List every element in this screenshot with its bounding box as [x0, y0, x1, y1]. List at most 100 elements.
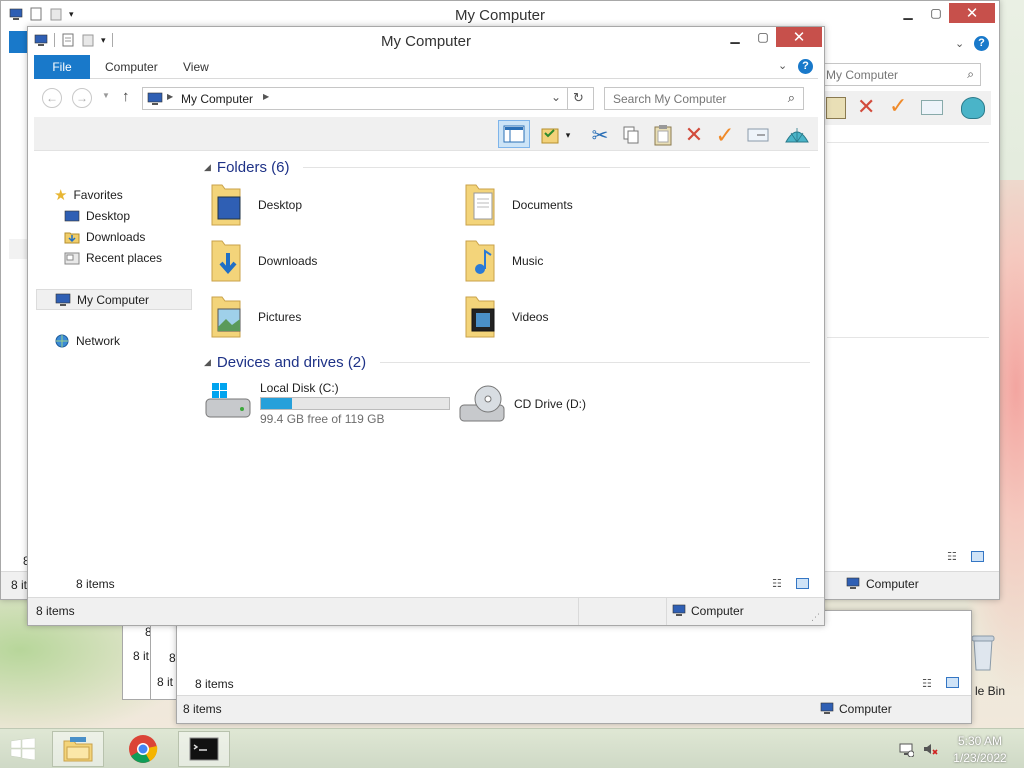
breadcrumb-chevron-icon[interactable]: ▶: [167, 92, 173, 101]
maximize-button[interactable]: ▢: [748, 27, 778, 47]
nav-downloads[interactable]: Downloads: [64, 227, 145, 247]
collapse-icon[interactable]: ◢: [204, 162, 211, 173]
details-view-icon[interactable]: ☷: [772, 577, 782, 590]
paste-icon[interactable]: [650, 122, 676, 148]
back-window-1-title: My Computer: [454, 7, 546, 24]
address-dropdown-icon[interactable]: ⌄: [551, 90, 561, 104]
back-window-2[interactable]: 8 items 8 items Computer ☷: [176, 610, 972, 724]
recent-locations-icon[interactable]: ▼: [102, 91, 110, 100]
ribbon-expand-icon[interactable]: ⌄: [955, 37, 964, 50]
folder-documents[interactable]: Documents: [462, 181, 573, 229]
network-tray-icon[interactable]: [898, 741, 915, 760]
apply-checkmark-icon[interactable]: ✓: [712, 122, 738, 148]
properties-dropdown-icon[interactable]: ▾: [562, 122, 574, 148]
forward-button[interactable]: →: [72, 88, 92, 108]
tiles-view-icon[interactable]: [796, 578, 809, 589]
details-view-icon[interactable]: ☷: [947, 550, 957, 563]
nav-downloads-label: Downloads: [86, 230, 146, 244]
nav-my-computer[interactable]: My Computer: [36, 289, 192, 310]
back-delete-icon[interactable]: ✕: [857, 94, 875, 120]
refresh-icon[interactable]: ↻: [573, 90, 584, 106]
back-search-input[interactable]: My Computer ⌕: [819, 63, 981, 86]
tiles-view-icon[interactable]: [946, 677, 959, 688]
back-window-4-text-d: 8: [169, 651, 176, 665]
taskbar: 5:30 AM 1/23/2022: [0, 728, 1024, 768]
maximize-button[interactable]: ▢: [921, 3, 951, 23]
up-button[interactable]: ↑: [122, 88, 130, 105]
drive-d[interactable]: CD Drive (D:): [458, 383, 586, 425]
folder-music[interactable]: Music: [462, 237, 543, 285]
drives-group-header[interactable]: ◢ Devices and drives (2): [204, 354, 810, 371]
start-button[interactable]: [0, 731, 46, 767]
folder-pictures[interactable]: Pictures: [208, 293, 301, 341]
back-paste-icon[interactable]: [826, 97, 846, 119]
nav-desktop-label: Desktop: [86, 209, 131, 223]
search-input[interactable]: Search My Computer ⌕: [604, 87, 804, 110]
taskbar-command-prompt[interactable]: [178, 731, 230, 767]
network-icon: [55, 334, 69, 347]
copy-icon[interactable]: [618, 122, 644, 148]
pictures-folder-icon: [211, 296, 241, 338]
nav-recent-places[interactable]: Recent places: [64, 248, 162, 268]
address-separator: [567, 88, 568, 109]
clock-date[interactable]: 1/23/2022: [944, 751, 1016, 765]
drive-c-free-text: 99.4 GB free of 119 GB: [260, 412, 385, 426]
computer-icon: [55, 293, 71, 306]
back-checkmark-icon[interactable]: ✓: [889, 93, 907, 119]
nav-favorites[interactable]: ★ Favorites: [54, 185, 123, 205]
back-window-2-statusbar: 8 items Computer: [177, 695, 971, 723]
delete-icon[interactable]: ✕: [681, 122, 707, 148]
taskbar-file-explorer[interactable]: [52, 731, 104, 767]
taskbar-chrome[interactable]: [117, 731, 169, 767]
rename-icon[interactable]: [745, 122, 771, 148]
back-shell-icon[interactable]: [961, 97, 985, 119]
nav-network-label: Network: [76, 334, 121, 348]
back-rename-icon[interactable]: [921, 100, 943, 115]
shell-icon[interactable]: [784, 122, 810, 148]
folder-downloads[interactable]: Downloads: [208, 237, 317, 285]
cd-drive-icon: [459, 385, 505, 422]
title-bar[interactable]: ▾ My Computer ▁ ▢ ✕: [28, 27, 824, 55]
close-button[interactable]: ✕: [949, 3, 995, 23]
tab-computer[interactable]: Computer: [92, 55, 171, 79]
tab-file[interactable]: File: [34, 55, 90, 79]
drive-c-usage-fill: [261, 398, 293, 409]
recycle-bin-label[interactable]: le Bin: [975, 684, 1005, 698]
drive-c[interactable]: Local Disk (C:) 99.4 GB free of 119 GB: [204, 379, 450, 426]
drive-c-info: Local Disk (C:) 99.4 GB free of 119 GB: [260, 379, 450, 426]
breadcrumb-chevron-icon[interactable]: ▶: [263, 92, 269, 101]
recycle-bin-icon[interactable]: [968, 632, 998, 676]
collapse-icon[interactable]: ◢: [204, 357, 211, 368]
details-view-icon[interactable]: ☷: [922, 677, 932, 690]
back-window-3-text-b: 8 it: [133, 649, 150, 663]
breadcrumb-my-computer[interactable]: My Computer: [181, 92, 253, 106]
preview-pane-button[interactable]: [498, 120, 530, 148]
main-window[interactable]: ▾ My Computer ▁ ▢ ✕ File Computer View ⌄…: [27, 26, 825, 626]
downloads-folder-icon: [64, 232, 80, 244]
folder-videos[interactable]: Videos: [462, 293, 548, 341]
tab-view[interactable]: View: [170, 55, 222, 79]
close-button[interactable]: ✕: [776, 27, 822, 47]
cut-icon[interactable]: ✂: [587, 122, 613, 148]
resize-grip-icon[interactable]: ⋰: [811, 612, 820, 623]
ribbon-tabs: File Computer View ⌄ ?: [34, 55, 818, 79]
search-icon[interactable]: ⌕: [788, 90, 795, 106]
address-bar[interactable]: ▶ My Computer ▶ ⌄ ↻: [142, 87, 594, 110]
back-button[interactable]: ←: [42, 88, 62, 108]
minimize-button[interactable]: ▁: [893, 3, 923, 23]
folder-documents-label: Documents: [512, 198, 573, 212]
videos-folder-icon: [465, 296, 495, 338]
search-icon[interactable]: ⌕: [967, 67, 974, 82]
tiles-view-icon[interactable]: [971, 551, 984, 562]
properties-icon[interactable]: [537, 122, 563, 148]
ribbon-expand-icon[interactable]: ⌄: [778, 59, 787, 72]
help-icon[interactable]: ?: [798, 59, 813, 74]
nav-desktop[interactable]: Desktop: [64, 206, 130, 226]
help-icon[interactable]: ?: [974, 36, 989, 51]
minimize-button[interactable]: ▁: [720, 27, 750, 47]
nav-network[interactable]: Network: [54, 331, 120, 351]
clock-time[interactable]: 5:30 AM: [944, 734, 1016, 748]
folders-group-header[interactable]: ◢ Folders (6): [204, 159, 810, 176]
volume-muted-icon[interactable]: [922, 741, 938, 760]
folder-desktop[interactable]: Desktop: [208, 181, 302, 229]
